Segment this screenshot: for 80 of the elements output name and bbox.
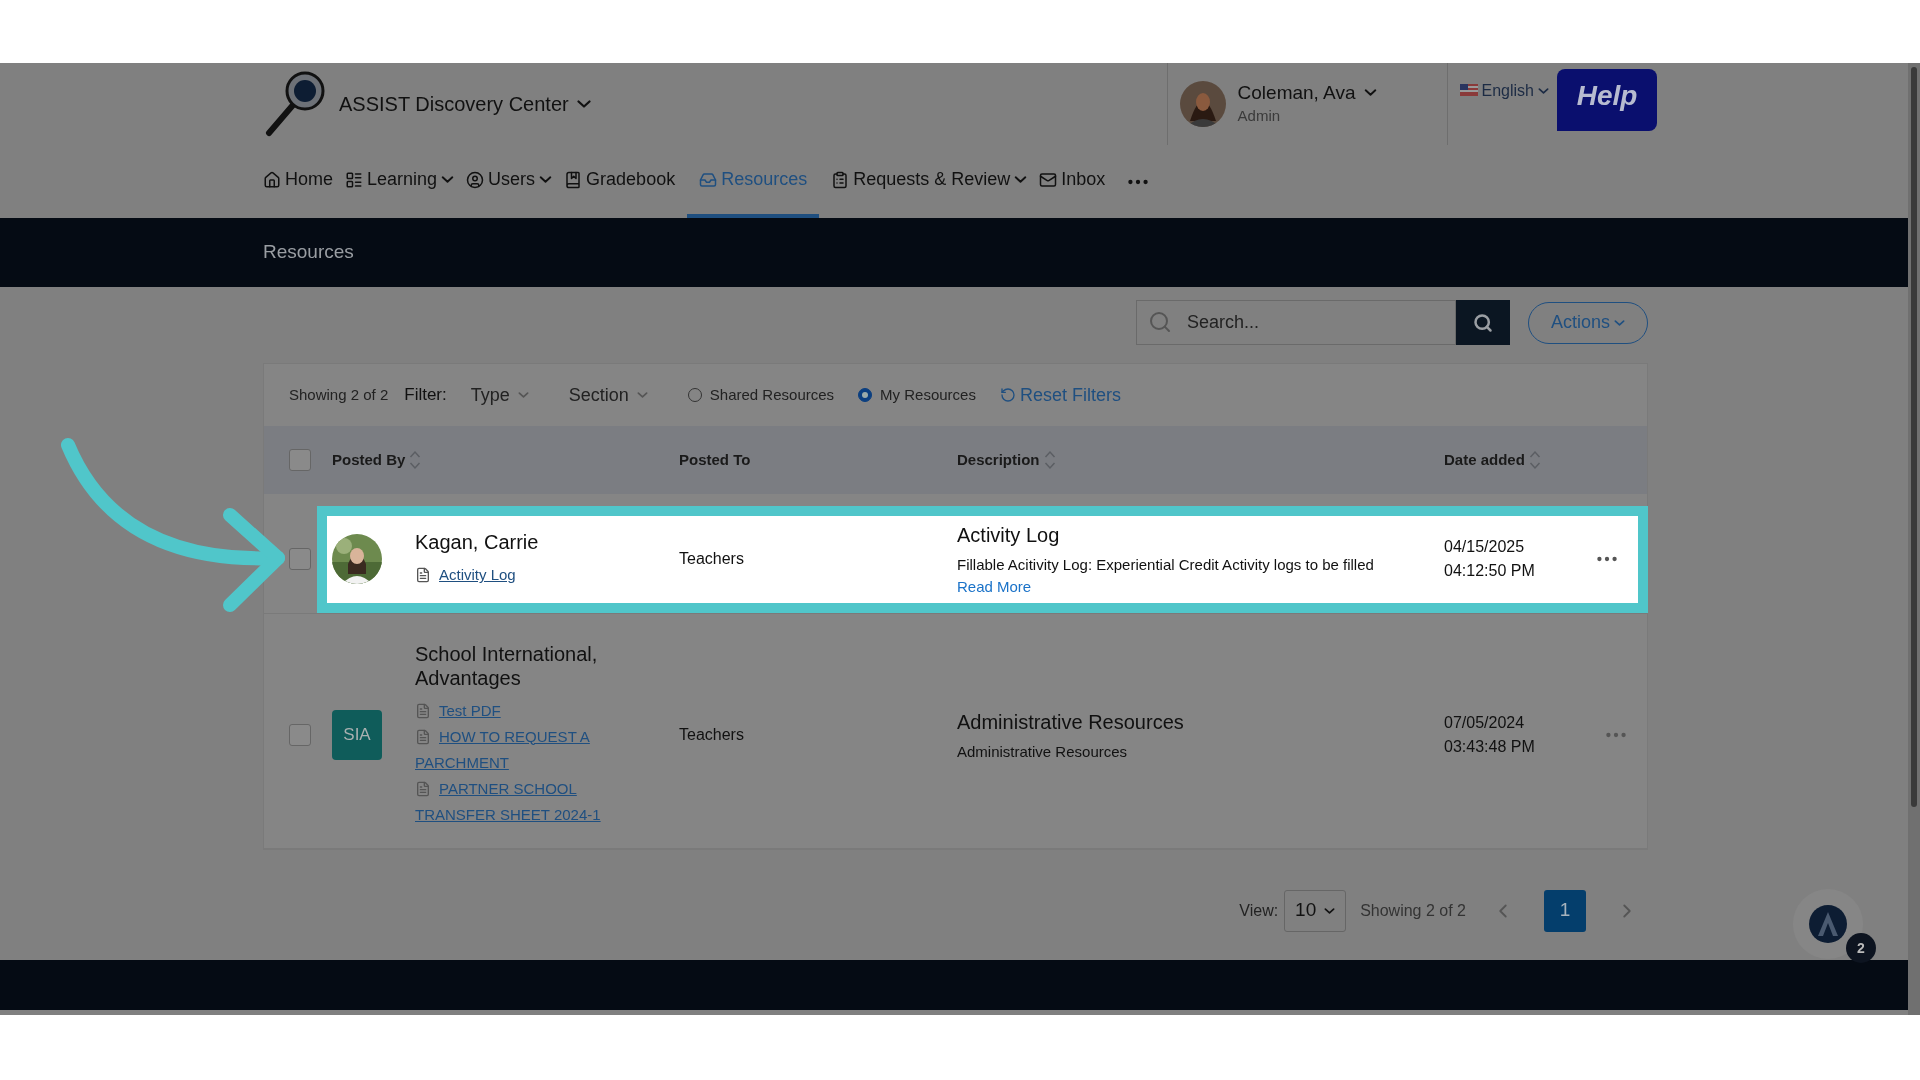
resource-title: Activity Log [957, 523, 1061, 548]
reset-icon [999, 387, 1016, 403]
result-count: Showing 2 of 2 [289, 384, 389, 405]
language-select[interactable]: English [1481, 79, 1549, 103]
read-more-link[interactable]: Read More [957, 576, 1032, 599]
row-checkbox[interactable] [289, 723, 311, 746]
flag-icon [1459, 84, 1478, 96]
file-link[interactable]: PARTNER SCHOOL TRANSFER SHEET 2024-1 [415, 775, 655, 828]
radio-option[interactable]: Shared Resources [687, 383, 835, 407]
poster-name: School International, Advantages [415, 641, 599, 690]
user-role: Admin [1237, 105, 1282, 126]
list-icon [345, 170, 363, 189]
resource-description: Administrative Resources [957, 741, 1129, 762]
filter-label: Filter: [404, 384, 447, 407]
search-field[interactable]: Search... [1136, 300, 1456, 345]
nav-tab[interactable]: Learning [345, 145, 455, 218]
reset-filters-link[interactable]: Reset Filters [999, 381, 1121, 409]
chevron-down-icon [1614, 319, 1625, 326]
view-label: View: [1239, 900, 1279, 921]
file-link[interactable]: Test PDF [415, 697, 655, 724]
column-header[interactable]: Description [957, 448, 1056, 472]
chevron-down-icon [517, 392, 529, 398]
date-added: 07/05/2024 [1444, 712, 1526, 733]
pagination-summary: Showing 2 of 2 [1360, 900, 1466, 921]
search-button[interactable] [1456, 300, 1510, 345]
file-link[interactable]: HOW TO REQUEST A PARCHMENT [415, 723, 655, 776]
file-link[interactable]: Activity Log [415, 562, 655, 589]
chevron-down-icon [1014, 176, 1028, 183]
nav-tab[interactable]: Gradebook [564, 145, 676, 218]
initials-avatar: SIA [332, 709, 382, 760]
filter-dropdown[interactable]: Section [568, 381, 648, 409]
chevron-down-icon [1538, 88, 1549, 94]
date-added: 04/15/2025 [1444, 537, 1526, 558]
nav-tab[interactable]: Users [466, 145, 553, 218]
book-icon [564, 170, 583, 189]
file-icon [415, 728, 431, 745]
page-size-select[interactable]: 10 [1284, 889, 1347, 932]
column-header[interactable]: Date added [1444, 448, 1541, 472]
logo-icon [1808, 904, 1848, 944]
user-menu[interactable]: Coleman, Ava [1237, 80, 1377, 105]
logo-icon[interactable] [263, 71, 327, 137]
home-icon [263, 170, 281, 189]
tray-icon [699, 170, 718, 189]
resource-title: Administrative Resources [957, 709, 1185, 735]
select-all-checkbox[interactable] [289, 449, 311, 471]
chevron-down-icon [1363, 89, 1377, 97]
chevron-down-icon [539, 176, 553, 183]
filter-dropdown[interactable]: Type [470, 381, 529, 409]
column-header[interactable]: Posted By [332, 448, 422, 472]
radio-option[interactable]: My Resources [858, 383, 976, 407]
chevron-down-icon [636, 392, 648, 398]
page-title: Resources [263, 240, 354, 265]
resource-description: Fillable Acitivity Log: Experiential Credit Activity logs to be filled [957, 555, 1375, 575]
page-button[interactable]: 1 [1544, 889, 1586, 932]
app-switcher[interactable]: ASSIST Discovery Center [339, 89, 591, 119]
file-icon [415, 567, 431, 584]
file-icon [415, 702, 431, 719]
help-button[interactable]: Help [1557, 69, 1657, 131]
time-added: 03:43:48 PM [1444, 736, 1536, 757]
row-checkbox[interactable] [289, 548, 311, 571]
nav-tab[interactable]: Requests & Review [831, 145, 1028, 218]
sort-icon [1528, 449, 1541, 471]
nav-tab[interactable]: Home [263, 145, 333, 218]
sort-icon [409, 449, 422, 471]
sort-icon [1043, 449, 1056, 471]
nav-tab[interactable]: Inbox [1039, 145, 1106, 218]
poster-name: Kagan, Carrie [415, 530, 540, 555]
chevron-down-icon [441, 176, 455, 183]
chevron-down-icon [1324, 907, 1336, 914]
search-icon [1473, 312, 1493, 333]
mail-icon [1039, 170, 1058, 189]
chevron-down-icon [576, 100, 591, 108]
file-icon [415, 780, 431, 797]
posted-to: Teachers [679, 549, 745, 570]
time-added: 04:12:50 PM [1444, 561, 1536, 582]
clipboard-icon [831, 170, 850, 189]
column-header[interactable]: Posted To [679, 448, 751, 472]
user-icon [466, 170, 485, 189]
posted-to: Teachers [679, 724, 745, 745]
scrollbar[interactable] [1908, 63, 1920, 1015]
